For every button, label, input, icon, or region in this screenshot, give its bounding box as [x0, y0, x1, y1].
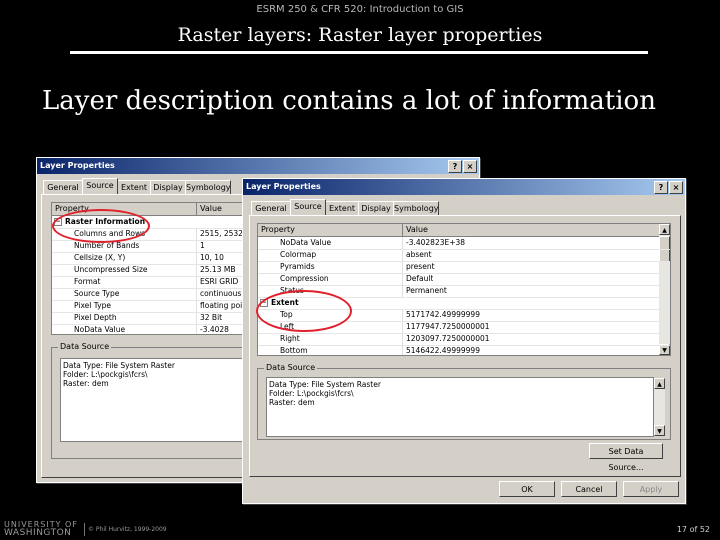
scroll-up-icon[interactable]: ▲: [654, 378, 665, 389]
tab-display[interactable]: Display: [358, 201, 394, 215]
table-row[interactable]: NoData Value -3.4028: [52, 324, 262, 334]
data-source-group: Data Source Data Type: File System Raste…: [51, 342, 249, 459]
row-value: 1203097.7250000001: [402, 333, 490, 345]
header-value: Value: [402, 224, 428, 236]
table-row[interactable]: Bottom 5146422.49999999: [258, 345, 670, 355]
help-button[interactable]: ?: [448, 160, 462, 173]
row-property-label: Pixel Depth: [74, 313, 117, 322]
row-property: Format: [52, 276, 216, 288]
data-source-text[interactable]: Data Type: File System Raster Folder: L:…: [266, 377, 654, 437]
dialog-titlebar: Layer Properties ? ×: [37, 158, 479, 174]
row-property: Compression: [258, 273, 422, 285]
row-property: Pixel Type: [52, 300, 216, 312]
row-value: 5171742.49999999: [402, 309, 480, 321]
row-property: Number of Bands: [52, 240, 216, 252]
highlight-ring-extent: [256, 290, 352, 332]
row-property-label: Colormap: [280, 250, 317, 259]
tab-extent[interactable]: Extent: [325, 201, 359, 215]
row-value: 1: [196, 240, 205, 252]
dialog-titlebar: Layer Properties ? ×: [243, 179, 685, 195]
row-property-label: Bottom: [280, 346, 308, 355]
row-property-label: Pyramids: [280, 262, 315, 271]
row-value: present: [402, 261, 435, 273]
dialog-title: Layer Properties: [246, 182, 321, 191]
set-data-source-button[interactable]: Set Data Source...: [589, 443, 663, 472]
row-value: Default: [402, 273, 433, 285]
row-value: -3.4028: [196, 324, 229, 334]
data-source-label: Data Source: [58, 342, 112, 351]
row-value: continuous: [196, 288, 241, 300]
row-property-label: NoData Value: [74, 325, 126, 334]
title-underline: [70, 51, 648, 54]
close-button[interactable]: ×: [463, 160, 477, 173]
row-property: Colormap: [258, 249, 422, 261]
page-number: 17 of 52: [676, 525, 710, 534]
row-property: Right: [258, 333, 422, 345]
row-property-label: Pixel Type: [74, 301, 111, 310]
tab-general[interactable]: General: [251, 201, 291, 215]
row-property-label: Compression: [280, 274, 329, 283]
apply-button[interactable]: Apply: [623, 481, 679, 497]
data-source-text[interactable]: Data Type: File System Raster Folder: L:…: [60, 358, 244, 442]
text-scrollbar[interactable]: ▲ ▼: [654, 378, 665, 436]
row-property-label: Format: [74, 277, 101, 286]
properties-grid[interactable]: Property Value ▲ ▼ NoData Value -3.402823…: [257, 223, 671, 356]
slide-title: Raster layers: Raster layer properties: [177, 24, 543, 46]
course-title: ESRM 250 & CFR 520: Introduction to GIS: [256, 4, 464, 15]
close-button[interactable]: ×: [669, 181, 683, 194]
slide-headline: Layer description contains a lot of info…: [42, 86, 656, 116]
footer-divider: [84, 523, 85, 536]
scroll-up-icon[interactable]: ▲: [659, 224, 670, 235]
dialog-title: Layer Properties: [40, 161, 115, 170]
tab-extent[interactable]: Extent: [117, 180, 151, 194]
row-property: Uncompressed Size: [52, 264, 216, 276]
ok-button[interactable]: OK: [499, 481, 555, 497]
row-property: Cellsize (X, Y): [52, 252, 216, 264]
row-property: Bottom: [258, 345, 422, 355]
tab-symbology[interactable]: Symbology: [393, 201, 439, 215]
tab-source[interactable]: Source: [82, 178, 118, 194]
row-value: Permanent: [402, 285, 447, 297]
row-property-label: NoData Value: [280, 238, 332, 247]
row-value: 2515, 2532: [196, 228, 243, 240]
row-property-label: Right: [280, 334, 300, 343]
row-property: NoData Value: [52, 324, 216, 334]
row-value: 10, 10: [196, 252, 224, 264]
layer-properties-dialog-front: Layer Properties ? × General Source Extent…: [242, 178, 686, 504]
row-value: absent: [402, 249, 432, 261]
row-property: Source Type: [52, 288, 216, 300]
data-source-group: Data Source Data Type: File System Raste…: [257, 363, 671, 440]
row-value: 25.13 MB: [196, 264, 235, 276]
logo-bottom-text: WASHINGTON: [4, 528, 72, 538]
row-value: -3.402823E+38: [402, 237, 465, 249]
row-property-label: Cellsize (X, Y): [74, 253, 126, 262]
tab-general[interactable]: General: [43, 180, 83, 194]
row-property: Pixel Depth: [52, 312, 216, 324]
footer-copyright: © Phil Hurvitz, 1999-2009: [88, 526, 167, 533]
row-property-label: Source Type: [74, 289, 120, 298]
row-value: 1177947.7250000001: [402, 321, 490, 333]
tab-display[interactable]: Display: [150, 180, 186, 194]
data-source-label: Data Source: [264, 363, 318, 372]
row-property: Pyramids: [258, 261, 422, 273]
row-property: NoData Value: [258, 237, 422, 249]
highlight-ring-raster-info: [52, 209, 150, 243]
row-value: 32 Bit: [196, 312, 222, 324]
header-property: Property: [261, 225, 295, 234]
tab-symbology[interactable]: Symbology: [185, 180, 231, 194]
university-logo: UNIVERSITY OF WASHINGTON: [4, 520, 78, 538]
help-button[interactable]: ?: [654, 181, 668, 194]
grid-header: Property Value: [258, 224, 670, 237]
tab-source[interactable]: Source: [290, 199, 326, 215]
row-value: ESRI GRID: [196, 276, 238, 288]
cancel-button[interactable]: Cancel: [561, 481, 617, 497]
scroll-down-icon[interactable]: ▼: [654, 425, 665, 436]
row-property-label: Uncompressed Size: [74, 265, 148, 274]
row-value: 5146422.49999999: [402, 345, 480, 355]
header-value: Value: [196, 203, 222, 215]
